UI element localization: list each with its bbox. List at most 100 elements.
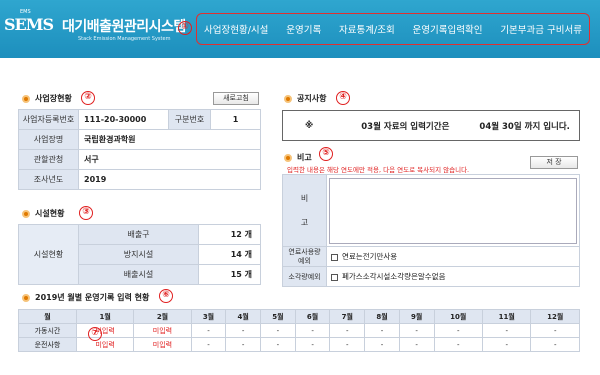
remark-label: 비 고 bbox=[282, 174, 327, 247]
site-title-text: 사업장현황 bbox=[35, 94, 72, 103]
incin-exception-cell: 폐가스소각시설소각량은알수없음 bbox=[326, 266, 580, 287]
class-no-value: 1 bbox=[210, 109, 261, 130]
monthly-status-link[interactable]: 미입력 bbox=[75, 323, 135, 338]
monthly-status-link[interactable]: 미입력 bbox=[133, 323, 192, 338]
logo-sems-text: SEMS bbox=[4, 15, 54, 34]
bullet-icon bbox=[22, 94, 30, 103]
remarks-section-title: 비고 bbox=[284, 152, 312, 163]
nav-item-documents[interactable]: 기본부과금 구비서류 bbox=[500, 22, 582, 36]
facility-row-value: 15 개 bbox=[198, 264, 261, 285]
app-logo[interactable]: EMS SEMS 대기배출원관리시스템 Stack Emission Manag… bbox=[4, 9, 186, 49]
remark-cell bbox=[326, 174, 580, 247]
remarks-warning: 입력한 내용은 해당 연도에만 적용, 다음 연도로 복사되지 않습니다. bbox=[287, 166, 470, 174]
monthly-table: 월 1월 2월 3월 4월 5월 6월 7월 8월 9월 10월 11월 12월 가동시간 미입력 미입력 -… bbox=[18, 309, 580, 352]
month-header-cell: 9월 bbox=[398, 309, 435, 324]
facility-row-label: 배출시설 bbox=[78, 264, 199, 285]
year-label: 조사년도 bbox=[18, 169, 79, 190]
reg-no-value: 111-20-30000 bbox=[78, 109, 169, 130]
monthly-title-text: 2019년 월별 운영기록 입력 현황 bbox=[35, 293, 150, 302]
month-header-cell: 10월 bbox=[433, 309, 484, 324]
monthly-status-cell: - bbox=[481, 337, 532, 352]
monthly-status-cell: - bbox=[530, 323, 580, 338]
save-button[interactable]: 저 장 bbox=[530, 156, 578, 169]
callout-badge-5: ⑤ bbox=[319, 147, 333, 161]
facility-section-title: 시설현황 bbox=[22, 208, 64, 219]
remark-label-1: 비 bbox=[300, 193, 309, 203]
remarks-title-text: 비고 bbox=[297, 153, 312, 162]
notice-title-text: 공지사항 bbox=[297, 94, 327, 103]
monthly-status-cell: - bbox=[190, 337, 227, 352]
monthly-status-cell: - bbox=[364, 337, 400, 352]
month-header-cell: 2월 bbox=[133, 309, 192, 324]
remark-textarea[interactable] bbox=[329, 177, 577, 244]
remarks-table: 비 고 연료사용량 예외 연료는전기만사용 소각량예외 폐가스소각시설소각량은알… bbox=[282, 174, 580, 287]
notice-box: ※ 03월 자료의 입력기간은 04월 30일 까지 입니다. bbox=[282, 110, 580, 141]
monthly-status-link[interactable]: 미입력 bbox=[133, 337, 192, 352]
month-header-cell: 5월 bbox=[260, 309, 296, 324]
month-header-cell: 3월 bbox=[190, 309, 227, 324]
site-name-label: 사업장명 bbox=[18, 129, 79, 150]
monthly-row-label: 운전사항 bbox=[18, 337, 77, 352]
monthly-status-cell: - bbox=[225, 337, 262, 352]
nav-item-operation-records[interactable]: 운영기록 bbox=[286, 22, 321, 36]
monthly-status-cell: - bbox=[398, 337, 435, 352]
bullet-icon bbox=[22, 209, 30, 218]
callout-badge-6: ⑥ bbox=[159, 289, 173, 303]
callout-badge-7: ⑦ bbox=[88, 327, 102, 341]
incin-exception-label: 소각량예외 bbox=[282, 266, 327, 287]
monthly-status-cell: - bbox=[329, 323, 366, 338]
monthly-status-link[interactable]: 미입력 bbox=[75, 337, 135, 352]
month-header-cell: 7월 bbox=[329, 309, 366, 324]
callout-badge-2: ② bbox=[81, 91, 95, 105]
notice-star: ※ bbox=[305, 120, 314, 131]
callout-badge-3: ③ bbox=[79, 206, 93, 220]
facility-row-value: 14 개 bbox=[198, 244, 261, 265]
bullet-icon bbox=[22, 293, 30, 302]
monthly-status-cell: - bbox=[530, 337, 580, 352]
bullet-icon bbox=[284, 94, 292, 103]
fuel-exception-cell: 연료는전기만사용 bbox=[326, 246, 580, 267]
nav-item-statistics[interactable]: 자료통계/조회 bbox=[339, 22, 395, 36]
site-info-table: 사업자등록번호 111-20-30000 구분번호 1 사업장명 국립환경과학원… bbox=[18, 109, 261, 190]
nav-item-site-facility[interactable]: 사업장현황/시설 bbox=[204, 22, 268, 36]
monthly-status-cell: - bbox=[294, 337, 331, 352]
notice-section-title: 공지사항 bbox=[284, 93, 326, 104]
month-header-cell: 11월 bbox=[481, 309, 532, 324]
incin-exception-checkbox[interactable] bbox=[331, 273, 338, 281]
monthly-section-title: 2019년 월별 운영기록 입력 현황 bbox=[22, 292, 149, 303]
nav-item-input-check[interactable]: 운영기록입력확인 bbox=[413, 22, 483, 36]
monthly-status-cell: - bbox=[433, 323, 484, 338]
reg-no-label: 사업자등록번호 bbox=[18, 109, 79, 130]
office-label: 관할관청 bbox=[18, 149, 79, 170]
fuel-exception-label: 연료사용량 예외 bbox=[282, 246, 327, 267]
monthly-row-label: 가동시간 bbox=[18, 323, 77, 338]
facility-row-label: 배출구 bbox=[78, 224, 199, 245]
notice-text-1: 03월 자료의 입력기간은 bbox=[361, 121, 450, 132]
fuel-exception-option: 연료는전기만사용 bbox=[342, 252, 398, 261]
facility-row-label: 방지시설 bbox=[78, 244, 199, 265]
facility-table: 시설현황 배출구 12 개 방지시설 14 개 배출시설 15 개 bbox=[18, 224, 261, 285]
bullet-icon bbox=[284, 153, 292, 162]
monthly-status-cell: - bbox=[481, 323, 532, 338]
monthly-header-label: 월 bbox=[18, 309, 77, 324]
class-no-label: 구분번호 bbox=[168, 109, 211, 130]
remark-label-2: 고 bbox=[300, 217, 309, 227]
facility-group-label: 시설현황 bbox=[18, 224, 79, 285]
monthly-status-cell: - bbox=[225, 323, 262, 338]
incin-exception-option: 폐가스소각시설소각량은알수없음 bbox=[342, 272, 446, 281]
month-header-cell: 4월 bbox=[225, 309, 262, 324]
monthly-row-operating-hours: 가동시간 미입력 미입력 - - - - - - - - - - bbox=[18, 323, 580, 338]
month-header-cell: 12월 bbox=[530, 309, 580, 324]
site-name-value: 국립환경과학원 bbox=[78, 129, 261, 150]
header-bar: EMS SEMS 대기배출원관리시스템 Stack Emission Manag… bbox=[0, 0, 600, 58]
app-title: 대기배출원관리시스템 bbox=[62, 19, 186, 35]
monthly-status-cell: - bbox=[364, 323, 400, 338]
main-nav: 사업장현황/시설 운영기록 자료통계/조회 운영기록입력확인 기본부과금 구비서… bbox=[196, 13, 590, 45]
refresh-button[interactable]: 새로고침 bbox=[213, 92, 259, 105]
office-value: 서구 bbox=[78, 149, 261, 170]
facility-row-value: 12 개 bbox=[198, 224, 261, 245]
monthly-row-operation-details: 운전사항 미입력 미입력 - - - - - - - - - - bbox=[18, 337, 580, 352]
callout-badge-1: ① bbox=[178, 21, 192, 35]
year-value: 2019 bbox=[78, 169, 261, 190]
fuel-exception-checkbox[interactable] bbox=[331, 253, 338, 261]
